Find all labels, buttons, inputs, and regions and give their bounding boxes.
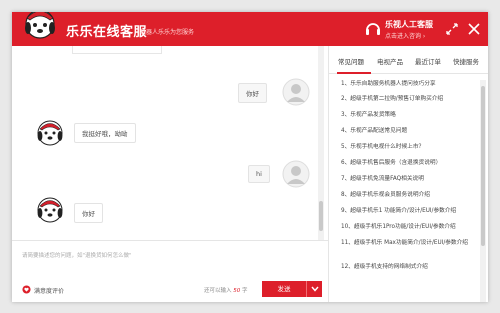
- user-avatar-icon: [282, 78, 310, 106]
- message-bubble-right: 你好: [238, 83, 267, 103]
- heart-icon: [22, 285, 31, 294]
- tab-quick-service[interactable]: 快捷服务: [453, 56, 479, 66]
- close-icon[interactable]: [466, 21, 482, 37]
- message-input-area[interactable]: 请简要描述您的问题，如"退换货如何怎么做" 满意度评价 还可以输入 50 字 发…: [12, 240, 328, 302]
- question-item[interactable]: 2、超级手机第二拉购/预售订单购买介绍: [341, 95, 481, 103]
- header-bar: 乐乐在线客服 机器人乐乐为您服务 乐视人工客服 点击进入咨询 ›: [12, 12, 488, 46]
- satisfaction-rating-label: 满意度评价: [34, 288, 65, 295]
- headset-icon: [366, 23, 380, 35]
- tab-recent-orders[interactable]: 最近订单: [415, 56, 441, 66]
- bot-avatar-icon: [37, 120, 63, 146]
- active-tab-indicator: [337, 72, 371, 74]
- char-count-suffix: 字: [242, 288, 248, 294]
- mascot-logo-icon: [25, 12, 55, 39]
- chat-history: 你好 我挺好哦，呦呦 hi 你好: [12, 46, 328, 240]
- chevron-down-icon: [311, 286, 319, 292]
- chat-window: 乐乐在线客服 机器人乐乐为您服务 乐视人工客服 点击进入咨询 › 你好 我挺好哦…: [12, 12, 488, 302]
- tab-tv-products[interactable]: 电视产品: [377, 56, 403, 66]
- question-item[interactable]: 3、乐视产品发货策略: [341, 111, 481, 119]
- expand-icon[interactable]: [444, 21, 460, 37]
- screen-background: 乐乐在线客服 机器人乐乐为您服务 乐视人工客服 点击进入咨询 › 你好 我挺好哦…: [0, 0, 500, 313]
- message-bubble-right: hi: [248, 165, 270, 183]
- human-agent-button[interactable]: 乐视人工客服 点击进入咨询 ›: [364, 18, 448, 42]
- question-item[interactable]: 9、超级手机乐1 功能简介/设计/EUI/参数介绍: [341, 207, 481, 215]
- question-item[interactable]: 6、超级手机售后服务（含退换货说明）: [341, 159, 481, 167]
- char-count-number: 50: [233, 288, 241, 294]
- question-item[interactable]: 7、超级手机免流量FAQ相关说明: [341, 175, 481, 183]
- char-count-prefix: 还可以输入: [204, 288, 232, 294]
- tab-faq[interactable]: 常见问题: [338, 56, 364, 66]
- question-item[interactable]: 1、乐乐自助服务机器人提问技巧分享: [341, 80, 481, 88]
- human-agent-title: 乐视人工客服: [385, 20, 433, 29]
- question-item[interactable]: 4、乐视产品配送常见问题: [341, 127, 481, 135]
- message-bubble-left: 你好: [74, 203, 103, 223]
- char-count: 还可以输入 50 字: [204, 286, 248, 294]
- question-item[interactable]: 5、乐视手机电视什么时候上市？: [341, 143, 481, 151]
- faq-panel: 常见问题 电视产品 最近订单 快捷服务 1、乐乐自助服务机器人提问技巧分享 2、…: [329, 46, 488, 302]
- message-bubble-left: 我挺好哦，呦呦: [74, 123, 136, 143]
- send-options-dropdown[interactable]: [306, 281, 322, 297]
- question-item[interactable]: 12、超级手机支持的网络制式介绍: [341, 263, 481, 271]
- app-subtitle: 机器人乐乐为您服务: [140, 29, 195, 36]
- panel-tabs: 常见问题 电视产品 最近订单 快捷服务: [329, 46, 488, 74]
- chat-scrollbar-thumb[interactable]: [319, 201, 323, 231]
- message-input-placeholder[interactable]: 请简要描述您的问题，如"退换货如何怎么做": [22, 251, 132, 259]
- panel-scrollbar-thumb[interactable]: [481, 86, 485, 246]
- bot-avatar-icon: [37, 197, 63, 223]
- app-title: 乐乐在线客服: [66, 25, 148, 40]
- question-item[interactable]: 8、超级手机乐视会员服务说明介绍: [341, 191, 481, 199]
- partial-message: [72, 46, 162, 54]
- user-avatar-icon: [282, 160, 310, 188]
- question-item[interactable]: 11、超级手机乐 Max功能简介/设计/EUI/参数介绍: [341, 239, 481, 247]
- human-agent-subtitle: 点击进入咨询 ›: [385, 33, 426, 40]
- send-button[interactable]: 发送: [262, 281, 306, 297]
- question-item[interactable]: 10、超级手机乐1Pro功能/设计/EUI/参数介绍: [341, 223, 481, 231]
